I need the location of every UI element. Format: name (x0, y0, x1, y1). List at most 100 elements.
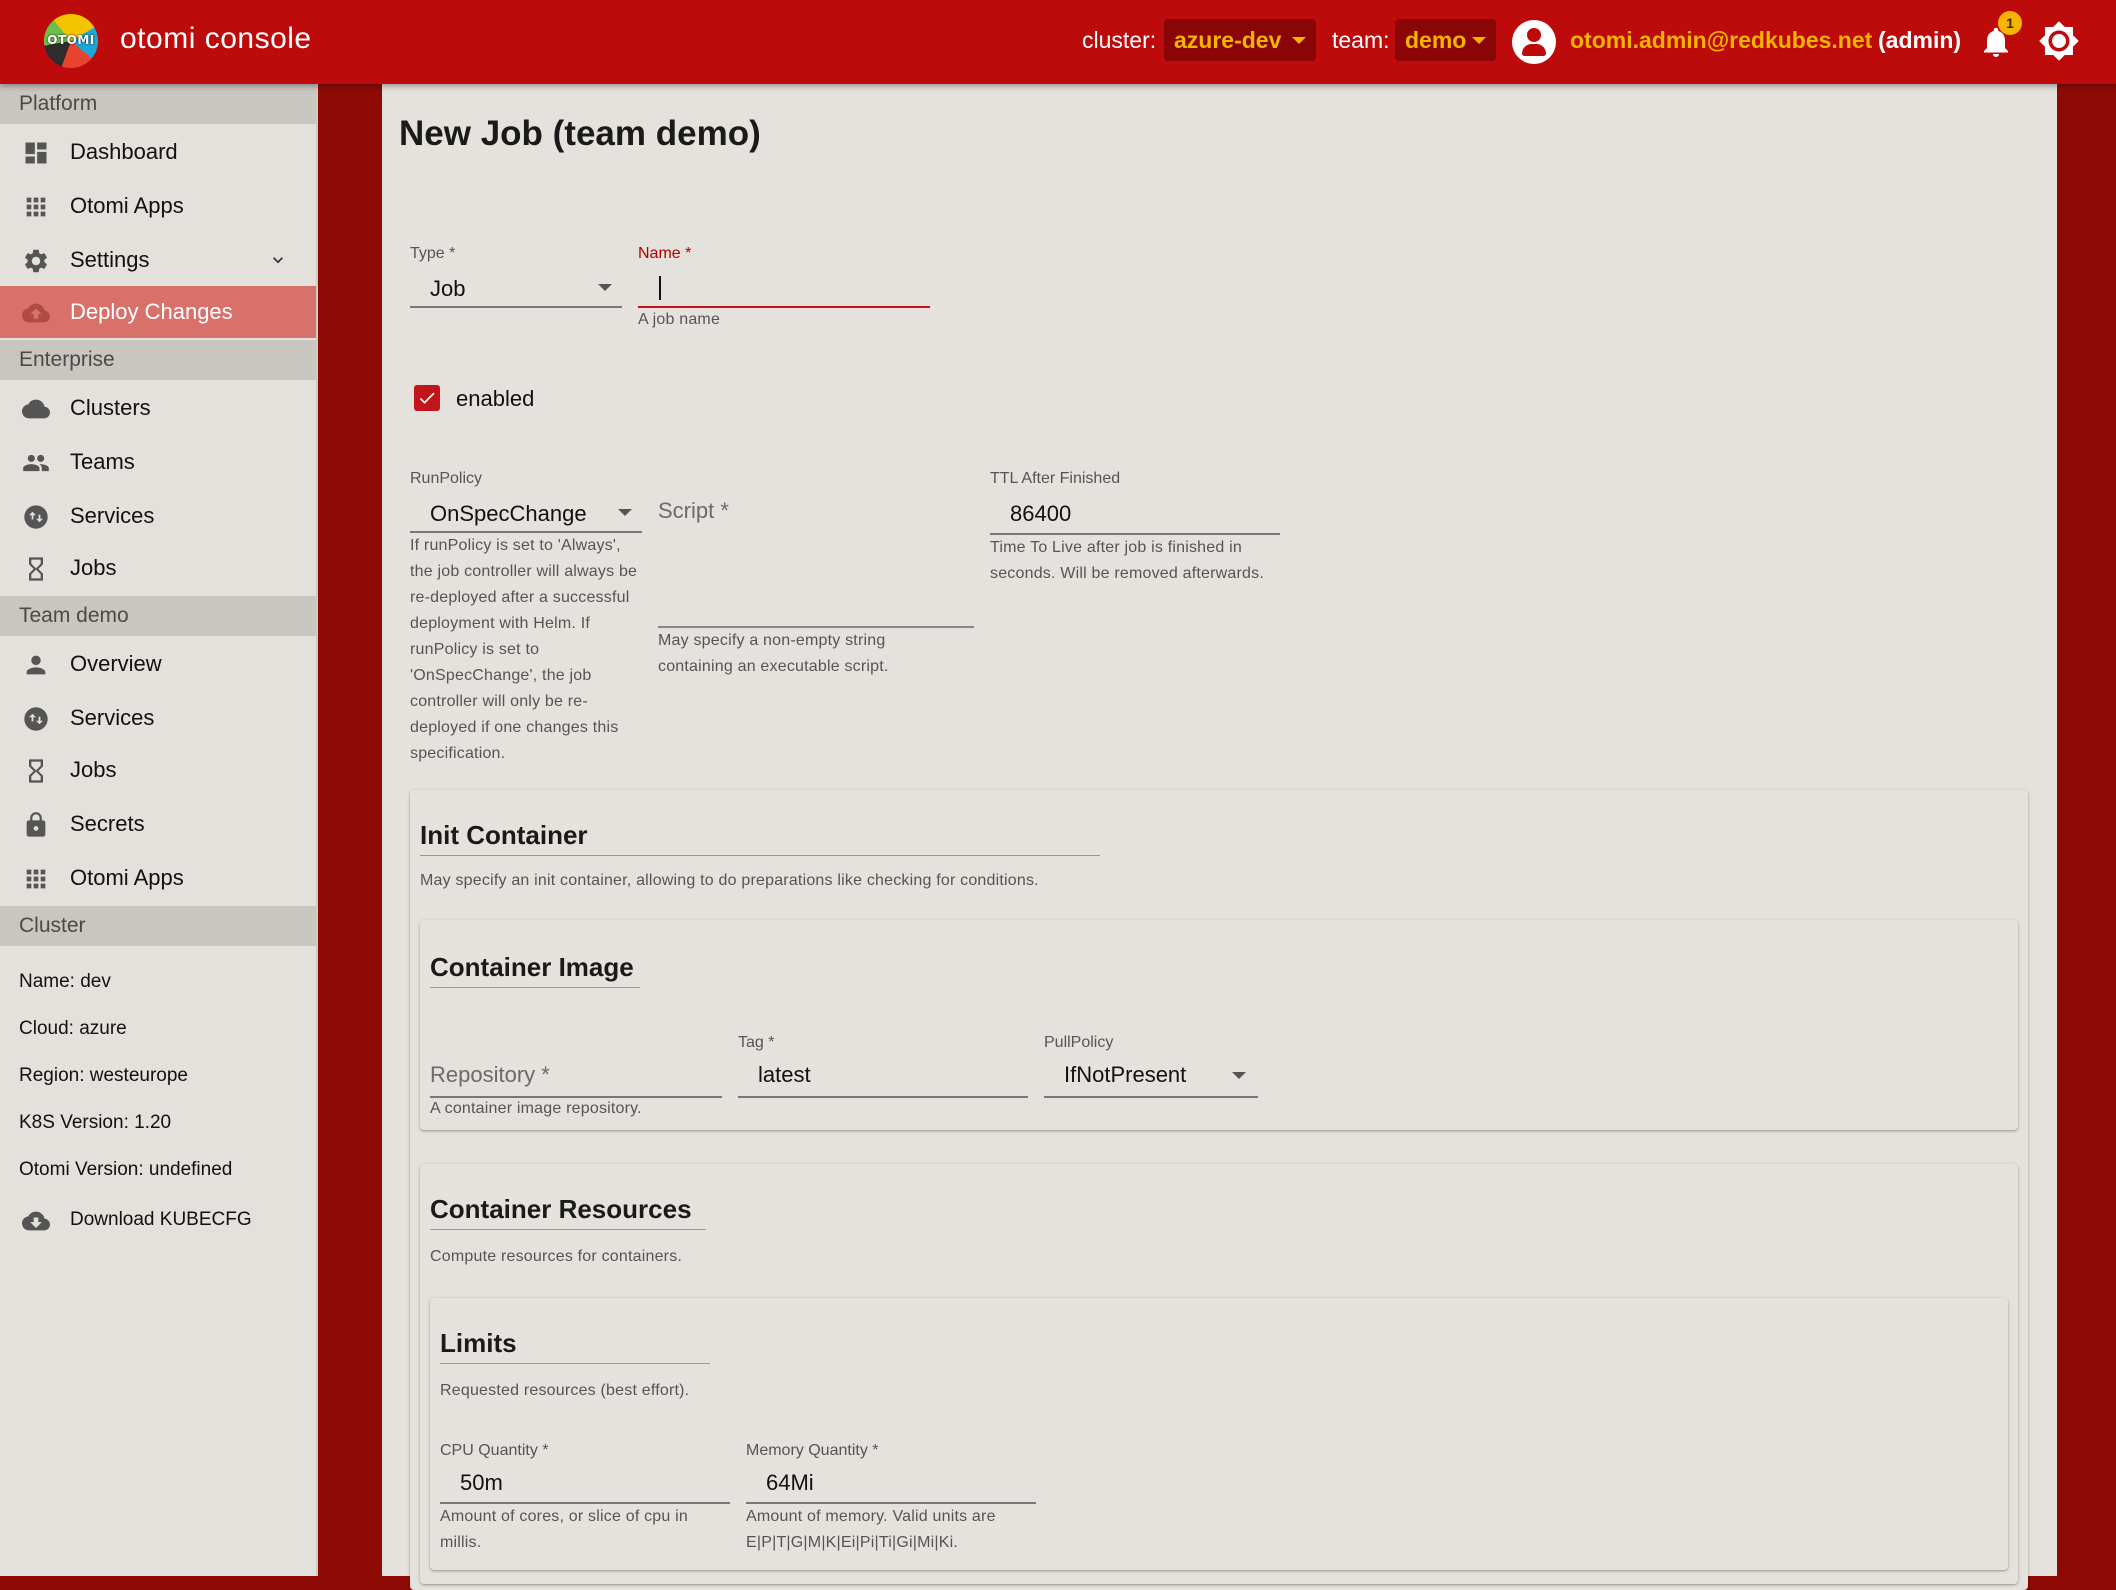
sidebar: Platform Dashboard Otomi Apps Settings D… (0, 84, 318, 1576)
container-resources-panel: Container Resources Compute resources fo… (420, 1164, 2018, 1584)
sidebar-item-dashboard[interactable]: Dashboard (0, 126, 316, 178)
runpolicy-help: If runPolicy is set to 'Always', the job… (410, 537, 638, 762)
sidebar-item-overview[interactable]: Overview (0, 638, 316, 690)
sidebar-item-label: Jobs (70, 757, 117, 782)
sidebar-item-label: Services (70, 705, 155, 730)
ttl-input[interactable]: 86400 (990, 493, 1280, 535)
top-app-bar: OTOMI otomi console cluster: azure-dev t… (0, 0, 2116, 84)
account-icon[interactable] (1512, 20, 1556, 64)
sidebar-item-otomi-apps[interactable]: Otomi Apps (0, 180, 316, 232)
container-resources-description: Compute resources for containers. (430, 1248, 683, 1265)
sidebar-item-jobs[interactable]: Jobs (0, 542, 316, 594)
theme-brightness-icon[interactable] (2038, 20, 2080, 62)
sidebar-item-team-services[interactable]: Services (0, 692, 316, 744)
sidebar-item-services[interactable]: Services (0, 490, 316, 542)
cloud-download-icon (22, 1211, 50, 1231)
sidebar-item-label: Clusters (70, 395, 151, 420)
sidebar-header-platform: Platform (0, 84, 316, 124)
runpolicy-select-value: OnSpecChange (430, 501, 587, 526)
cloud-icon (22, 399, 50, 419)
sidebar-item-secrets[interactable]: Secrets (0, 798, 316, 850)
user-role: (admin) (1878, 27, 1962, 53)
sidebar-item-label: Teams (70, 449, 135, 474)
cluster-region: Region: westeurope (19, 1065, 188, 1086)
otomi-logo[interactable]: OTOMI (44, 14, 98, 68)
pullpolicy-select[interactable]: IfNotPresent (1044, 1056, 1258, 1098)
limits-panel: Limits Requested resources (best effort)… (430, 1298, 2008, 1570)
notification-badge: 1 (1998, 11, 2022, 35)
limits-title: Limits (440, 1328, 710, 1364)
chevron-down-icon (598, 284, 612, 291)
limits-description: Requested resources (best effort). (440, 1382, 690, 1399)
user-email[interactable]: otomi.admin@redkubes.net (1570, 27, 1872, 54)
memory-quantity-help: Amount of memory. Valid units are E|P|T|… (746, 1508, 996, 1551)
init-container-description: May specify an init container, allowing … (420, 872, 1039, 889)
sidebar-item-settings[interactable]: Settings (0, 234, 316, 286)
sidebar-item-label: Overview (70, 651, 162, 676)
sidebar-item-label: Settings (70, 247, 150, 272)
container-resources-title: Container Resources (430, 1194, 706, 1230)
apps-grid-icon (26, 869, 46, 889)
sidebar-item-label: Deploy Changes (70, 299, 233, 324)
download-kubecfg-label: Download KUBECFG (70, 1209, 252, 1230)
apps-grid-icon (26, 197, 46, 217)
sidebar-item-team-otomi-apps[interactable]: Otomi Apps (0, 852, 316, 904)
team-select[interactable]: demo (1395, 19, 1496, 61)
sidebar-item-label: Otomi Apps (70, 865, 184, 890)
ttl-input-value: 86400 (1010, 501, 1072, 526)
sidebar-item-clusters[interactable]: Clusters (0, 382, 316, 434)
script-textarea[interactable]: Script * (658, 498, 974, 628)
text-cursor (659, 276, 661, 300)
person-icon (26, 655, 46, 675)
gear-icon (25, 249, 47, 273)
team-label: team: (1332, 27, 1390, 53)
name-label: Name * (638, 245, 692, 262)
chevron-down-icon[interactable] (268, 250, 288, 270)
swap-icon (24, 505, 48, 529)
init-container-title: Init Container (420, 820, 1100, 856)
lock-icon (26, 812, 46, 837)
enabled-checkbox[interactable] (414, 385, 440, 411)
memory-quantity-value: 64Mi (766, 1470, 814, 1495)
cloud-upload-icon (22, 303, 50, 323)
runpolicy-select[interactable]: OnSpecChange (410, 493, 642, 533)
sidebar-item-label: Dashboard (70, 139, 178, 164)
sidebar-item-label: Secrets (70, 811, 145, 836)
chevron-down-icon (618, 509, 632, 516)
app-title[interactable]: otomi console (120, 22, 312, 56)
sidebar-item-teams[interactable]: Teams (0, 436, 316, 488)
memory-quantity-input[interactable]: 64Mi (746, 1464, 1036, 1504)
page-title: New Job (team demo) (399, 114, 761, 153)
download-kubecfg-button[interactable]: Download KUBECFG (0, 1194, 316, 1246)
cpu-quantity-value: 50m (460, 1470, 503, 1495)
cluster-select[interactable]: azure-dev (1164, 19, 1316, 61)
hourglass-icon (29, 557, 43, 581)
name-help: A job name (638, 311, 721, 328)
enabled-label[interactable]: enabled (456, 386, 534, 412)
sidebar-item-label: Jobs (70, 555, 117, 580)
hourglass-icon (29, 759, 43, 783)
sidebar-item-label: Otomi Apps (70, 193, 184, 218)
repository-placeholder: Repository * (430, 1062, 550, 1087)
swap-icon (24, 707, 48, 731)
sidebar-header-enterprise: Enterprise (0, 340, 316, 380)
sidebar-item-deploy-changes[interactable]: Deploy Changes (0, 286, 316, 338)
repository-input[interactable]: Repository * (430, 1056, 722, 1098)
repository-help: A container image repository. (430, 1100, 642, 1117)
sidebar-item-label: Services (70, 503, 155, 528)
type-select[interactable]: Job (410, 268, 622, 308)
dashboard-icon (25, 142, 47, 164)
sidebar-item-team-jobs[interactable]: Jobs (0, 744, 316, 796)
type-label: Type * (410, 245, 456, 262)
pullpolicy-label: PullPolicy (1044, 1034, 1114, 1051)
runpolicy-label: RunPolicy (410, 470, 483, 487)
tag-input[interactable]: latest (738, 1056, 1028, 1098)
cpu-quantity-label: CPU Quantity * (440, 1442, 549, 1459)
cpu-quantity-input[interactable]: 50m (440, 1464, 730, 1504)
name-input[interactable] (638, 268, 930, 308)
cluster-k8s-version: K8S Version: 1.20 (19, 1112, 172, 1133)
init-container-panel: Init Container May specify an init conta… (410, 790, 2028, 1590)
sidebar-header-cluster: Cluster (0, 906, 316, 946)
pullpolicy-select-value: IfNotPresent (1064, 1062, 1187, 1087)
container-image-title: Container Image (430, 952, 640, 988)
